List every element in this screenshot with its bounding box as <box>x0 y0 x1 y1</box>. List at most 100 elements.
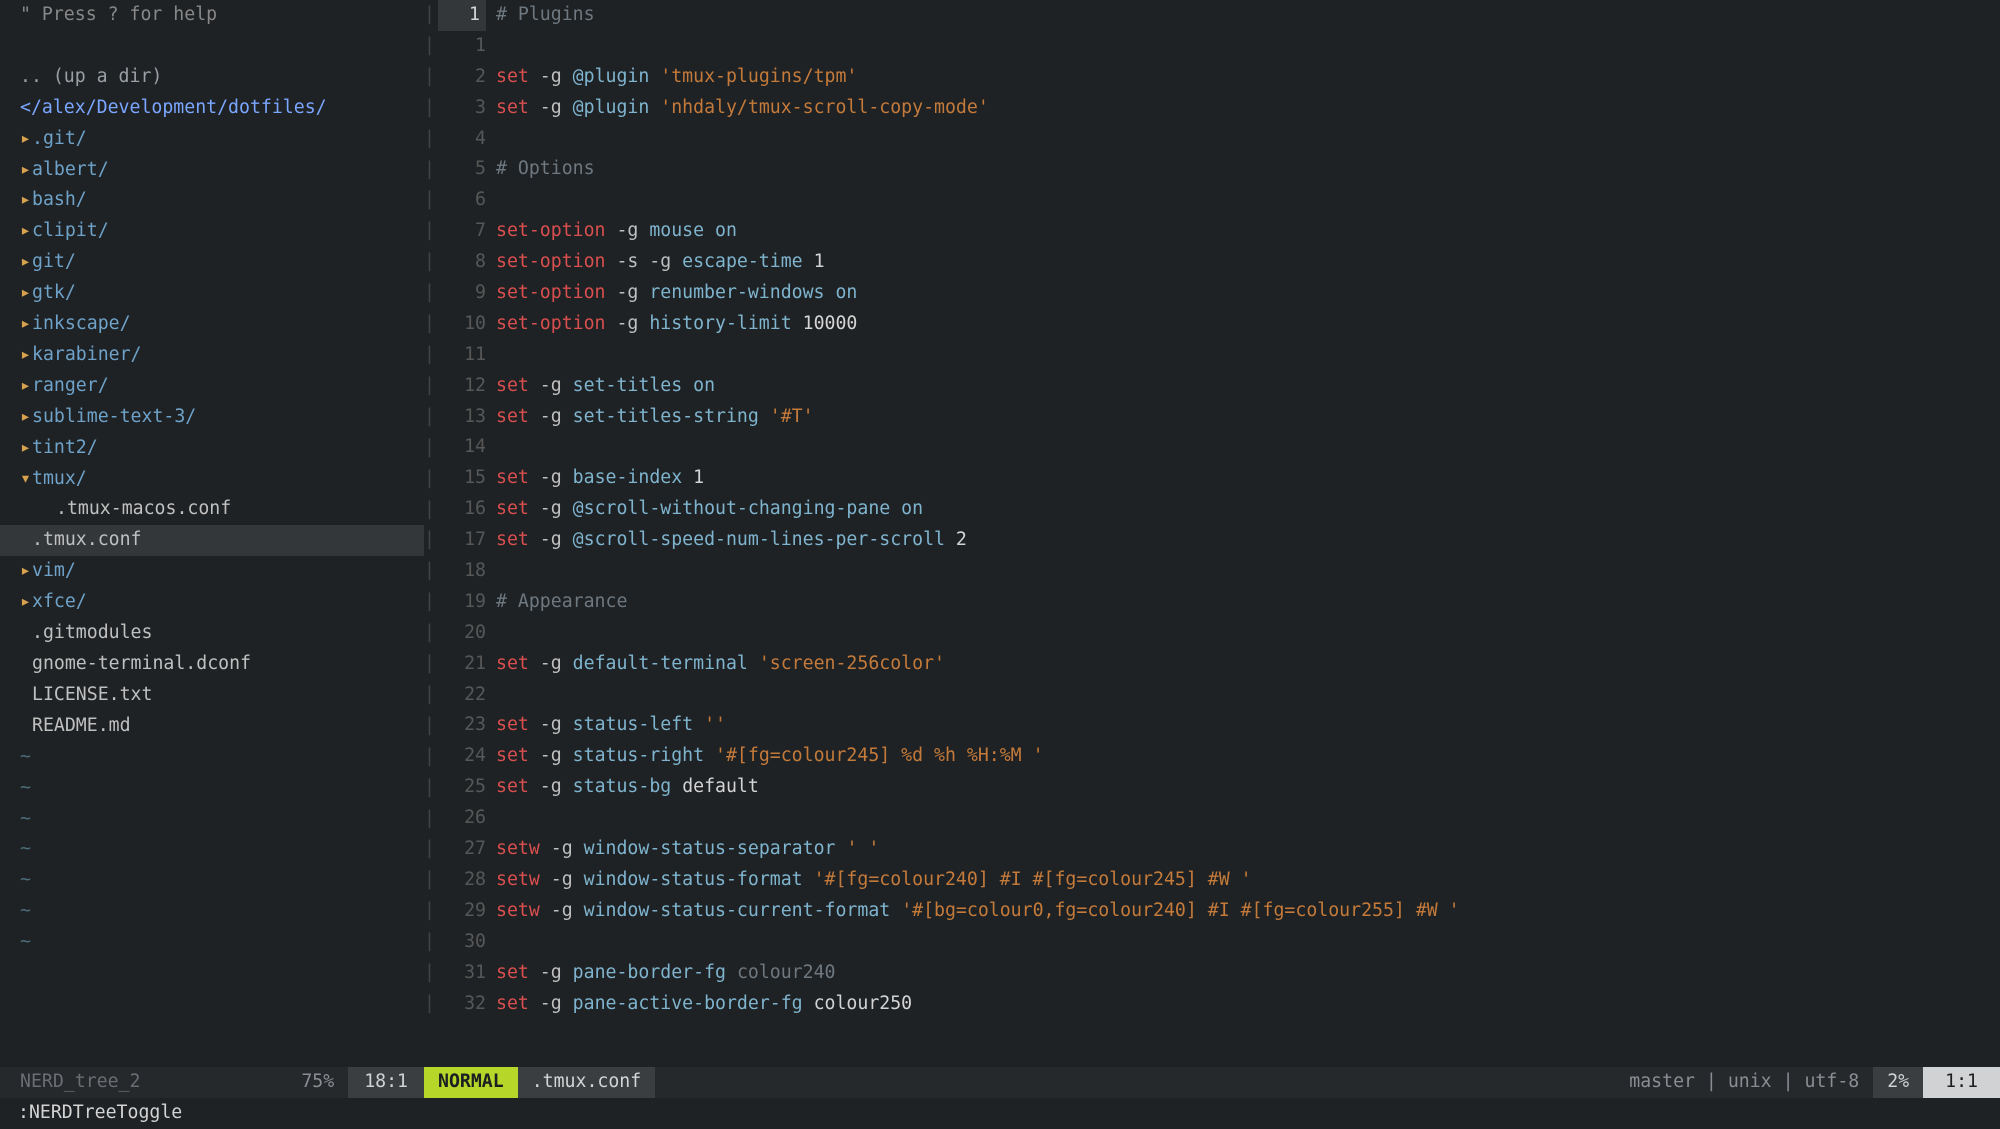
cursor-pos-right: 1:1 <box>1923 1067 2000 1098</box>
code-line[interactable] <box>496 432 2000 463</box>
tree-dir[interactable]: ▸ .git/ <box>20 124 424 155</box>
code-line[interactable]: set -g set-titles-string '#T' <box>496 402 2000 433</box>
code-line[interactable]: set -g pane-active-border-fg colour250 <box>496 989 2000 1020</box>
tree-dir[interactable]: ▸ albert/ <box>20 155 424 186</box>
tree-dir[interactable]: ▸ tint2/ <box>20 433 424 464</box>
code-line[interactable] <box>496 31 2000 62</box>
token-opt: set-titles <box>573 375 683 396</box>
token-fl: -g <box>529 467 573 488</box>
token-plain <box>803 993 814 1014</box>
code-line[interactable] <box>496 340 2000 371</box>
tree-file[interactable]: .gitmodules <box>20 618 424 649</box>
statusline: NERD_tree_2 75% 18:1 NORMAL .tmux.conf m… <box>0 1067 2000 1098</box>
tree-file[interactable]: .tmux.conf <box>0 525 424 556</box>
token-kw: setw <box>496 838 540 859</box>
line-number: 19 <box>464 591 486 612</box>
code-line[interactable]: # Appearance <box>496 587 2000 618</box>
token-kw: set <box>496 745 529 766</box>
tree-dir[interactable]: ▸ ranger/ <box>20 371 424 402</box>
tree-dir[interactable]: ▸ xfce/ <box>20 587 424 618</box>
tree-dir[interactable]: ▸ git/ <box>20 247 424 278</box>
code-line[interactable]: set -g @scroll-without-changing-pane on <box>496 494 2000 525</box>
code-line[interactable]: set -g @plugin 'nhdaly/tmux-scroll-copy-… <box>496 93 2000 124</box>
tree-dir[interactable]: ▸ sublime-text-3/ <box>20 402 424 433</box>
token-num: 10000 <box>803 313 858 334</box>
tree-file[interactable]: LICENSE.txt <box>20 680 424 711</box>
token-str: 'tmux-plugins/tpm' <box>660 66 857 87</box>
line-number: 30 <box>464 931 486 952</box>
editor-pane[interactable]: ||||||||||||||||||||||||||||||||| 112345… <box>424 0 2000 1067</box>
tree-item-label: vim/ <box>32 560 76 581</box>
code-line[interactable]: set -g status-right '#[fg=colour245] %d … <box>496 741 2000 772</box>
editor-body[interactable]: # Plugins set -g @plugin 'tmux-plugins/tp… <box>496 0 2000 1067</box>
code-line[interactable] <box>496 927 2000 958</box>
token-opt: @scroll-speed-num-lines-per-scroll <box>573 529 945 550</box>
tree-file[interactable]: README.md <box>20 711 424 742</box>
token-opt: mouse <box>649 220 704 241</box>
token-fl: -g <box>529 498 573 519</box>
code-line[interactable]: set-option -s -g escape-time 1 <box>496 247 2000 278</box>
code-line[interactable] <box>496 185 2000 216</box>
token-opt: status-bg <box>573 776 672 797</box>
code-line[interactable]: set -g status-bg default <box>496 772 2000 803</box>
tree-item-label: clipit/ <box>32 220 109 241</box>
token-num: 1 <box>693 467 704 488</box>
code-line[interactable]: set -g set-titles on <box>496 371 2000 402</box>
tree-dir[interactable]: ▸ karabiner/ <box>20 340 424 371</box>
code-line[interactable]: set -g status-left '' <box>496 710 2000 741</box>
statusline-right-pane: NORMAL .tmux.conf master | unix | utf-8 … <box>424 1067 2000 1098</box>
code-line[interactable]: set -g @scroll-speed-num-lines-per-scrol… <box>496 525 2000 556</box>
token-opt: @plugin <box>573 66 650 87</box>
token-opt: status-right <box>573 745 704 766</box>
token-kw: setw <box>496 869 540 890</box>
tree-dir[interactable]: ▸ inkscape/ <box>20 309 424 340</box>
tree-dir[interactable]: ▸ clipit/ <box>20 216 424 247</box>
code-line[interactable] <box>496 556 2000 587</box>
line-number: 20 <box>464 622 486 643</box>
code-line[interactable] <box>496 124 2000 155</box>
tree-file[interactable]: gnome-terminal.dconf <box>20 649 424 680</box>
tree-item-label: LICENSE.txt <box>32 684 152 705</box>
code-line[interactable] <box>496 618 2000 649</box>
code-line[interactable]: setw -g window-status-current-format '#[… <box>496 896 2000 927</box>
tree-dir[interactable]: ▸ gtk/ <box>20 278 424 309</box>
tree-dir[interactable]: ▸ bash/ <box>20 185 424 216</box>
code-line[interactable]: set-option -g history-limit 10000 <box>496 309 2000 340</box>
line-number: 6 <box>475 189 486 210</box>
token-plain <box>890 498 901 519</box>
code-line[interactable]: set-option -g mouse on <box>496 216 2000 247</box>
tree-dir[interactable]: ▾ tmux/ <box>20 464 424 495</box>
command-line[interactable]: :NERDTreeToggle <box>0 1098 2000 1129</box>
nerdtree-root[interactable]: </alex/Development/dotfiles/ <box>20 93 424 124</box>
no-icon <box>20 711 32 742</box>
token-kw: set <box>496 97 529 118</box>
code-line[interactable]: # Plugins <box>496 0 2000 31</box>
code-line[interactable] <box>496 680 2000 711</box>
token-kw: set <box>496 776 529 797</box>
nerdtree-sidebar[interactable]: " Press ? for help .. (up a dir) </alex/… <box>0 0 424 1067</box>
token-kw: set-option <box>496 220 606 241</box>
token-kw: set <box>496 467 529 488</box>
code-line[interactable]: set-option -g renumber-windows on <box>496 278 2000 309</box>
code-line[interactable]: set -g default-terminal 'screen-256color… <box>496 649 2000 680</box>
token-fl: -g <box>529 653 573 674</box>
blank-line <box>20 31 424 62</box>
nerdtree-up-dir[interactable]: .. (up a dir) <box>20 62 424 93</box>
line-number: 31 <box>464 962 486 983</box>
token-str: '' <box>704 714 726 735</box>
code-line[interactable]: set -g @plugin 'tmux-plugins/tpm' <box>496 62 2000 93</box>
token-opt: pane-border-fg <box>573 962 726 983</box>
no-icon <box>44 494 56 525</box>
token-plain <box>803 251 814 272</box>
code-line[interactable]: setw -g window-status-format '#[fg=colou… <box>496 865 2000 896</box>
token-fl: -s -g <box>606 251 683 272</box>
code-line[interactable] <box>496 803 2000 834</box>
code-line[interactable]: set -g base-index 1 <box>496 463 2000 494</box>
tree-dir[interactable]: ▸ vim/ <box>20 556 424 587</box>
code-line[interactable]: # Options <box>496 154 2000 185</box>
chevron-right-icon: ▸ <box>20 556 32 587</box>
code-line[interactable]: set -g pane-border-fg colour240 <box>496 958 2000 989</box>
code-line[interactable]: setw -g window-status-separator ' ' <box>496 834 2000 865</box>
tree-file[interactable]: .tmux-macos.conf <box>20 494 424 525</box>
tree-item-label: .gitmodules <box>32 622 152 643</box>
